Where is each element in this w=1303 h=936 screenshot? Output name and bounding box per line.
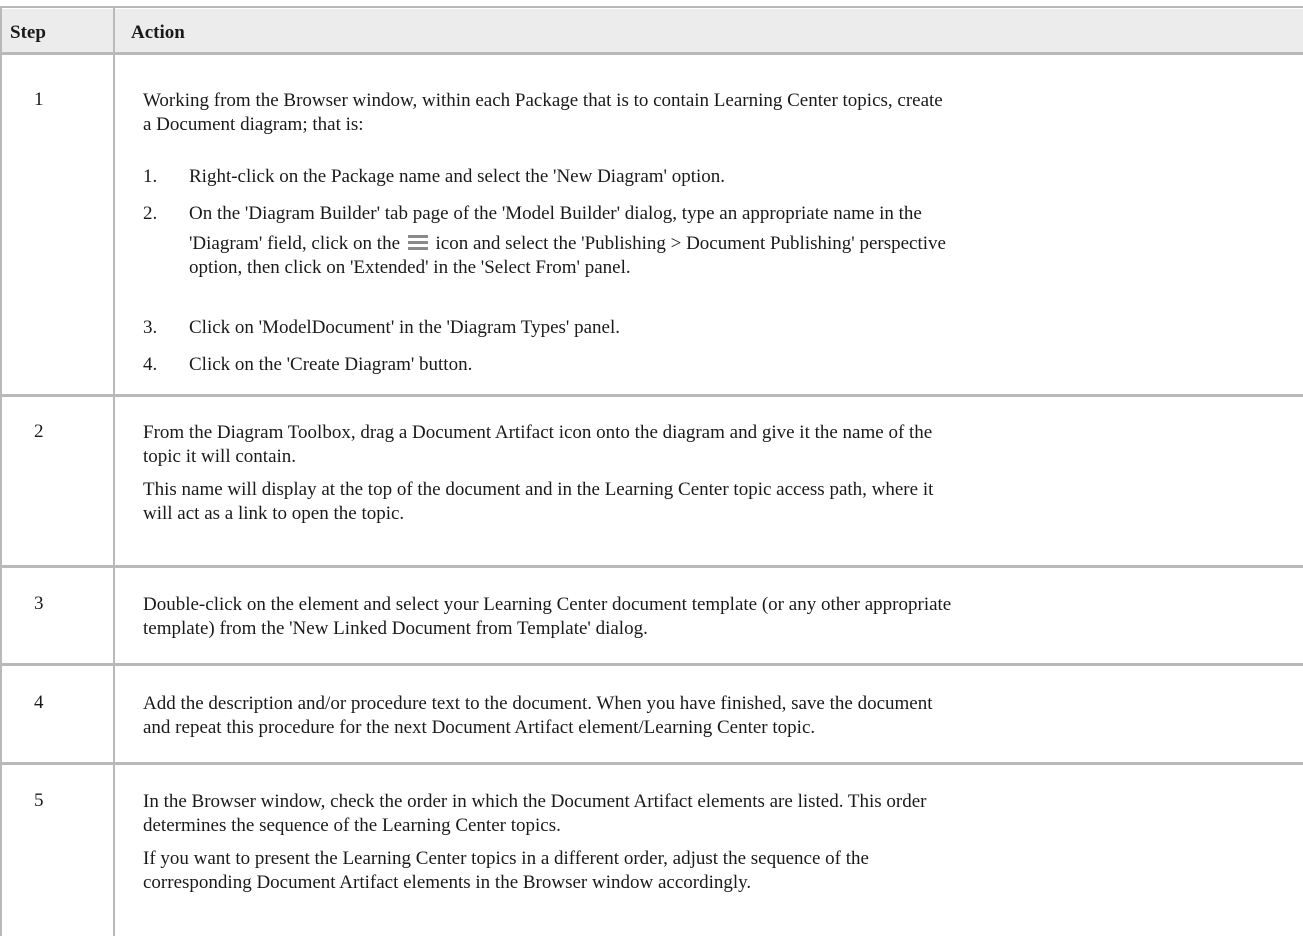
text-line: Working from the Browser window, within …: [143, 90, 943, 111]
header-bottom-border: [0, 52, 1303, 55]
step-description: Double-click on the element and select y…: [143, 593, 1293, 641]
step-note: This name will display at the top of the…: [143, 478, 1293, 526]
text-line: topic it will contain.: [143, 446, 297, 467]
step-number: 1: [34, 89, 44, 110]
procedure-table: Step Action 1 Working from the Browser w…: [0, 0, 1303, 936]
step-number: 5: [34, 790, 44, 811]
text-line: corresponding Document Artifact elements…: [143, 872, 752, 893]
text-line: template) from the 'New Linked Document …: [143, 618, 648, 639]
text-line: 'Diagram' field, click on the icon and s…: [189, 232, 1289, 256]
text-line: From the Diagram Toolbox, drag a Documen…: [143, 422, 933, 443]
text-line: On the 'Diagram Builder' tab page of the…: [189, 203, 922, 224]
list-number: 2.: [143, 203, 158, 224]
text-line: option, then click on 'Extended' in the …: [189, 257, 631, 278]
list-text: Click on 'ModelDocument' in the 'Diagram…: [189, 317, 620, 338]
table-left-border: [0, 6, 2, 936]
table-top-border: [0, 6, 1303, 8]
text-line: determines the sequence of the Learning …: [143, 815, 561, 836]
text-line: will act as a link to open the topic.: [143, 503, 405, 524]
step-description: Working from the Browser window, within …: [143, 89, 1293, 137]
text-line: If you want to present the Learning Cent…: [143, 848, 869, 869]
list-text: On the 'Diagram Builder' tab page of the…: [189, 202, 1289, 280]
hamburger-menu-icon: [407, 233, 429, 251]
header-step: Step: [10, 22, 46, 43]
text-line: a Document diagram; that is:: [143, 114, 364, 135]
text-part: icon and select the 'Publishing > Docume…: [435, 233, 946, 254]
list-number: 3.: [143, 317, 158, 338]
text-line: Double-click on the element and select y…: [143, 594, 952, 615]
row-divider: [0, 762, 1303, 765]
table-header: [0, 9, 1303, 53]
text-part: 'Diagram' field, click on the: [189, 233, 401, 254]
row-divider: [0, 663, 1303, 666]
text-line: This name will display at the top of the…: [143, 479, 934, 500]
step-description: From the Diagram Toolbox, drag a Documen…: [143, 421, 1293, 469]
text-line: In the Browser window, check the order i…: [143, 791, 927, 812]
row-divider: [0, 394, 1303, 397]
list-text: Right-click on the Package name and sele…: [189, 166, 726, 187]
step-number: 4: [34, 692, 44, 713]
list-number: 1.: [143, 166, 158, 187]
step-note: If you want to present the Learning Cent…: [143, 847, 1293, 895]
step-description: Add the description and/or procedure tex…: [143, 692, 1293, 740]
step-number: 3: [34, 593, 44, 614]
text-line: and repeat this procedure for the next D…: [143, 717, 816, 738]
list-text: Click on the 'Create Diagram' button.: [189, 354, 473, 375]
step-number: 2: [34, 421, 44, 442]
list-number: 4.: [143, 354, 158, 375]
row-divider: [0, 565, 1303, 568]
column-divider: [113, 6, 115, 936]
step-description: In the Browser window, check the order i…: [143, 790, 1293, 838]
header-action: Action: [131, 22, 185, 43]
text-line: Add the description and/or procedure tex…: [143, 693, 933, 714]
